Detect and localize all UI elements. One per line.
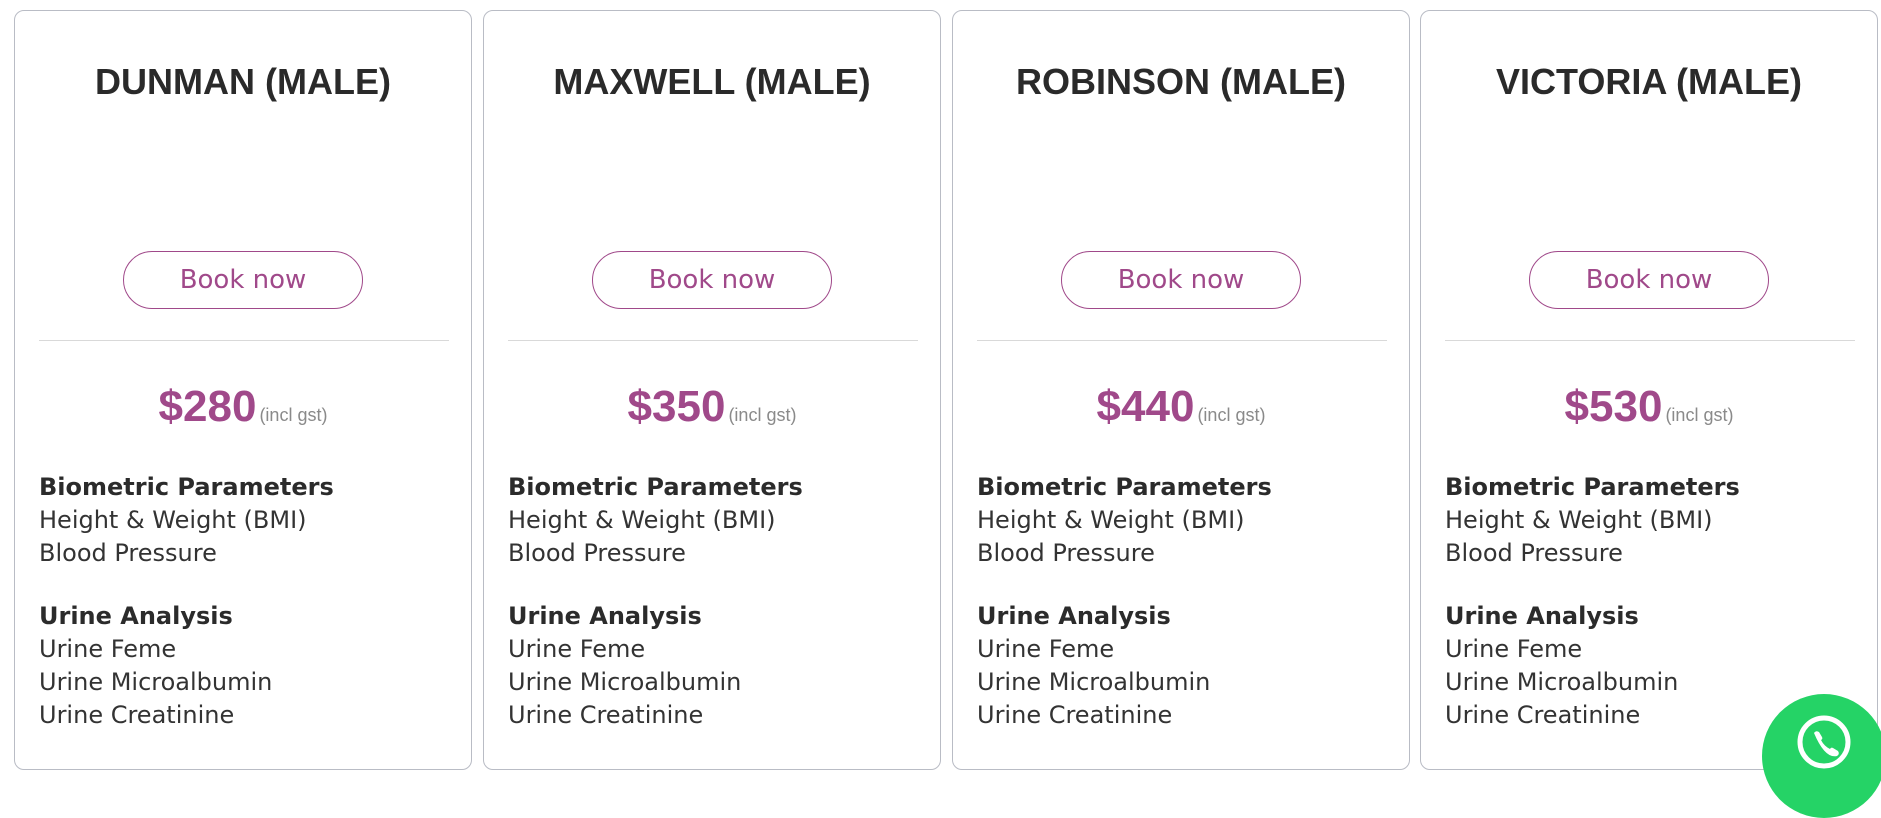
feature-list: Biometric Parameters Height & Weight (BM…	[39, 471, 449, 762]
section-heading: Urine Analysis	[1445, 602, 1639, 630]
feature-section-urine: Urine Analysis Urine Feme Urine Microalb…	[39, 600, 449, 732]
divider	[977, 340, 1387, 341]
plan-card-victoria: VICTORIA (MALE) Book now $530 (incl gst) …	[1420, 10, 1878, 770]
feature-item: Urine Feme	[977, 635, 1115, 663]
price-note: (incl gst)	[1665, 405, 1734, 425]
price-row: $440 (incl gst)	[953, 379, 1409, 435]
feature-item: Urine Creatinine	[977, 701, 1173, 729]
feature-item: Urine Microalbumin	[508, 668, 742, 696]
feature-section-biometric: Biometric Parameters Height & Weight (BM…	[977, 471, 1387, 570]
book-now-button[interactable]: Book now	[1529, 251, 1769, 309]
divider	[508, 340, 918, 341]
plan-card-robinson: ROBINSON (MALE) Book now $440 (incl gst) …	[952, 10, 1410, 770]
feature-item: Height & Weight (BMI)	[508, 506, 776, 534]
feature-item: Blood Pressure	[977, 539, 1155, 567]
divider	[39, 340, 449, 341]
pricing-cards: DUNMAN (MALE) Book now $280 (incl gst) Bi…	[0, 0, 1881, 770]
section-heading: Biometric Parameters	[39, 473, 334, 501]
plan-price: $440	[1096, 382, 1195, 431]
feature-section-biometric: Biometric Parameters Height & Weight (BM…	[1445, 471, 1855, 570]
feature-item: Blood Pressure	[1445, 539, 1623, 567]
feature-item: Urine Feme	[39, 635, 177, 663]
feature-item: Urine Creatinine	[39, 701, 235, 729]
feature-item: Height & Weight (BMI)	[1445, 506, 1713, 534]
section-heading: Urine Analysis	[39, 602, 233, 630]
whatsapp-icon	[1797, 715, 1851, 769]
plan-title: ROBINSON (MALE)	[1016, 61, 1346, 102]
plan-card-dunman: DUNMAN (MALE) Book now $280 (incl gst) Bi…	[14, 10, 472, 770]
feature-item: Blood Pressure	[508, 539, 686, 567]
plan-card-maxwell: MAXWELL (MALE) Book now $350 (incl gst) B…	[483, 10, 941, 770]
feature-item: Urine Microalbumin	[1445, 668, 1679, 696]
feature-item: Urine Microalbumin	[39, 668, 273, 696]
price-note: (incl gst)	[259, 405, 328, 425]
section-heading: Biometric Parameters	[508, 473, 803, 501]
plan-price: $280	[158, 382, 257, 431]
plan-price: $350	[627, 382, 726, 431]
book-now-button[interactable]: Book now	[592, 251, 832, 309]
feature-list: Biometric Parameters Height & Weight (BM…	[977, 471, 1387, 762]
plan-title: DUNMAN (MALE)	[95, 61, 391, 102]
price-note: (incl gst)	[1197, 405, 1266, 425]
feature-item: Urine Creatinine	[508, 701, 704, 729]
price-row: $530 (incl gst)	[1421, 379, 1877, 435]
feature-section-biometric: Biometric Parameters Height & Weight (BM…	[508, 471, 918, 570]
feature-item: Height & Weight (BMI)	[39, 506, 307, 534]
price-row: $280 (incl gst)	[15, 379, 471, 435]
book-now-button[interactable]: Book now	[123, 251, 363, 309]
plan-title: VICTORIA (MALE)	[1496, 61, 1802, 102]
book-now-button[interactable]: Book now	[1061, 251, 1301, 309]
price-note: (incl gst)	[728, 405, 797, 425]
feature-item: Height & Weight (BMI)	[977, 506, 1245, 534]
section-heading: Biometric Parameters	[977, 473, 1272, 501]
feature-item: Urine Microalbumin	[977, 668, 1211, 696]
feature-section-urine: Urine Analysis Urine Feme Urine Microalb…	[977, 600, 1387, 732]
price-row: $350 (incl gst)	[484, 379, 940, 435]
feature-item: Blood Pressure	[39, 539, 217, 567]
plan-price: $530	[1564, 382, 1663, 431]
feature-item: Urine Feme	[1445, 635, 1583, 663]
divider	[1445, 340, 1855, 341]
section-heading: Urine Analysis	[977, 602, 1171, 630]
feature-section-urine: Urine Analysis Urine Feme Urine Microalb…	[508, 600, 918, 732]
whatsapp-chat-button[interactable]	[1762, 694, 1881, 818]
section-heading: Urine Analysis	[508, 602, 702, 630]
section-heading: Biometric Parameters	[1445, 473, 1740, 501]
feature-section-biometric: Biometric Parameters Height & Weight (BM…	[39, 471, 449, 570]
feature-item: Urine Feme	[508, 635, 646, 663]
feature-list: Biometric Parameters Height & Weight (BM…	[508, 471, 918, 762]
plan-title: MAXWELL (MALE)	[553, 61, 871, 102]
